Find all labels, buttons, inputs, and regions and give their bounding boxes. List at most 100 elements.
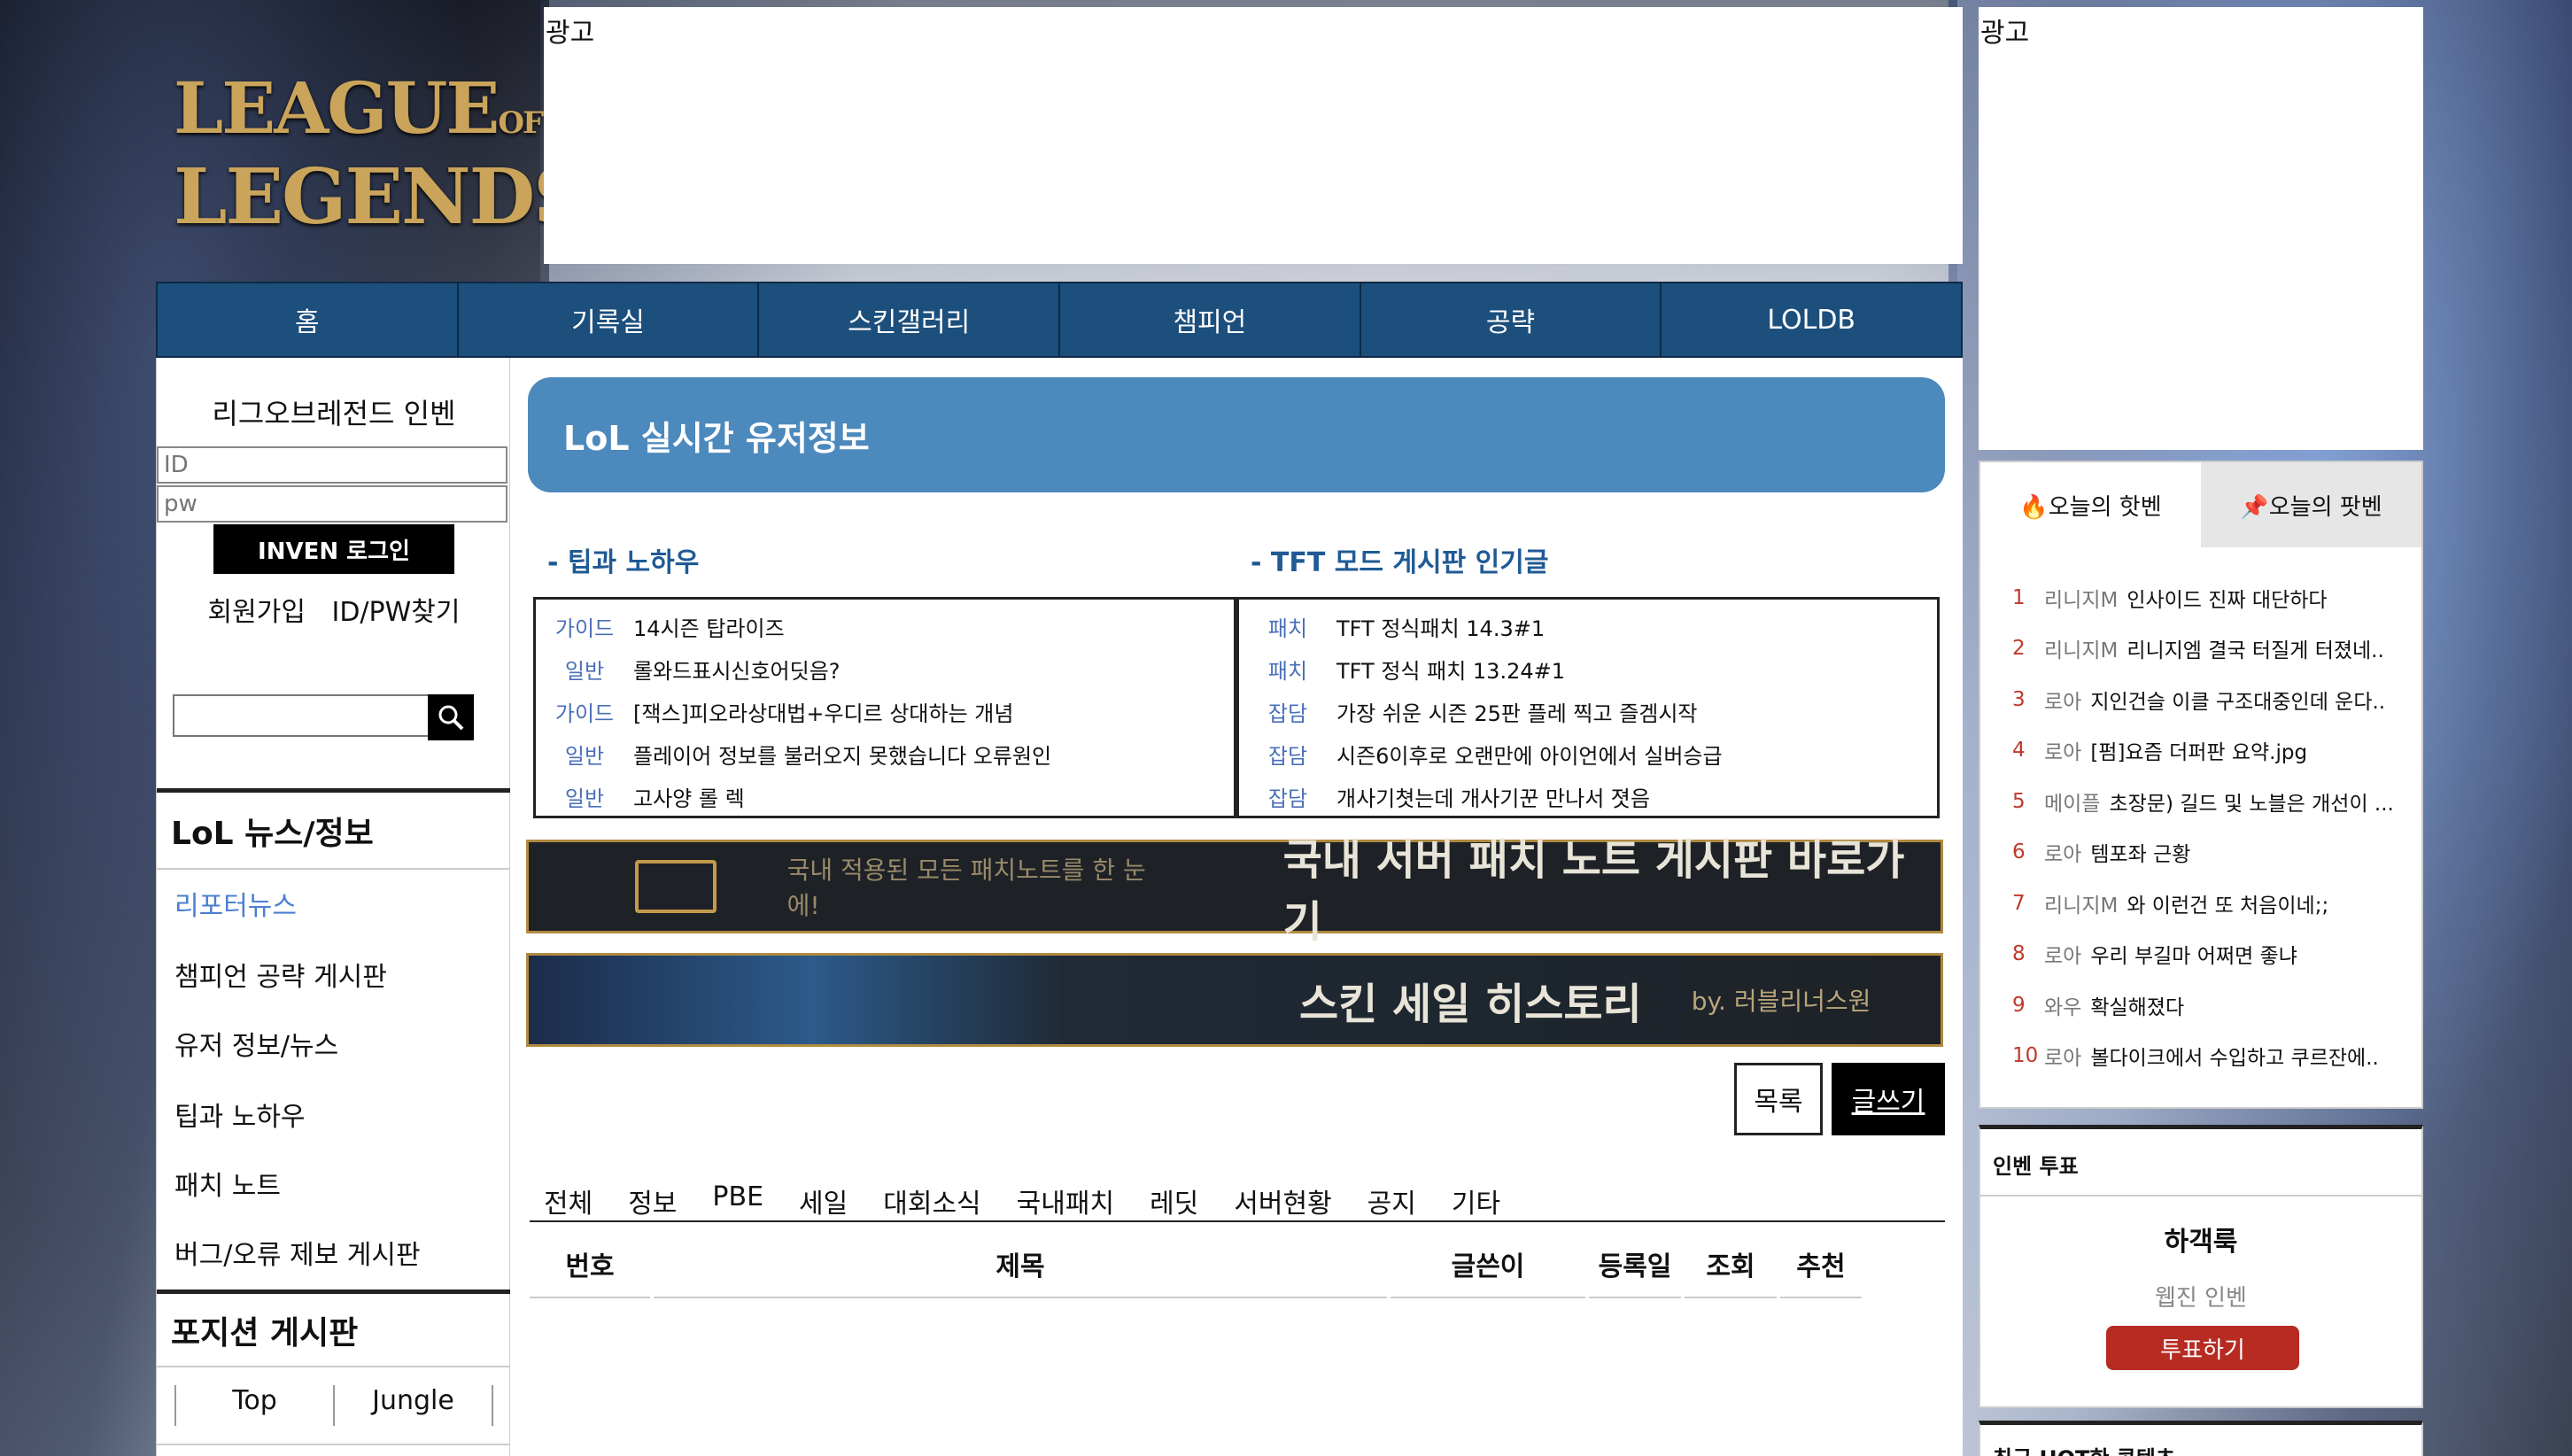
post-title: [펌]요즘 더퍼판 요약.jpg [2090, 741, 2308, 765]
sidebar-link-champion-guide[interactable]: 챔피언 공략 게시판 [174, 955, 387, 994]
sidebar-link-bug-report[interactable]: 버그/오류 제보 게시판 [174, 1233, 421, 1272]
tab-info[interactable]: 정보 [628, 1181, 677, 1220]
list-item[interactable]: 가이드 14시즌 탑라이즈 [536, 605, 1234, 647]
source: 로아 [2044, 843, 2082, 867]
sidebar-link-reporter-news[interactable]: 리포터뉴스 [174, 884, 297, 923]
recent-hot-content-panel: 최근 HOT한 콘텐츠 [1979, 1421, 2423, 1456]
sidebar-link-tips[interactable]: 팁과 노하우 [174, 1095, 306, 1134]
post-category: 패치 [1267, 616, 1308, 641]
post-title: 개사기쳣는데 개사기꾼 만나서 졋음 [1336, 786, 1651, 811]
left-sidebar: 리그오브레전드 인벤 INVEN 로그인 회원가입 ID/PW찾기 LoL 뉴스… [156, 358, 511, 1456]
tab-all[interactable]: 전체 [544, 1181, 593, 1220]
patch-notes-banner[interactable]: 국내 적용된 모든 패치노트를 한 눈에! 국내 서버 패치 노트 게시판 바로… [526, 835, 1943, 947]
column-views[interactable]: 조회 [1685, 1231, 1777, 1298]
search-icon [438, 705, 464, 731]
search-input[interactable] [173, 694, 430, 737]
post-title: 인사이드 진짜 대단하다 [2127, 588, 2328, 612]
vote-button[interactable]: 투표하기 [2106, 1326, 2299, 1370]
position-tab-jungle[interactable]: Jungle [335, 1385, 492, 1426]
tab-today-potven[interactable]: 📌오늘의 팟벤 [2201, 462, 2421, 547]
list-item[interactable]: 가이드 [잭스]피오라상대법+우디르 상대하는 개념 [536, 690, 1234, 732]
list-item[interactable]: 4 로아 [펌]요즘 더퍼판 요약.jpg [2012, 725, 2411, 777]
tab-notice[interactable]: 공지 [1367, 1181, 1416, 1220]
tab-today-hotven[interactable]: 🔥오늘의 핫벤 [1980, 462, 2201, 547]
list-item[interactable]: 2 리니지M 리니지엠 결국 터질게 터졌네.. [2012, 623, 2411, 675]
search-button[interactable] [428, 694, 474, 740]
column-recommend[interactable]: 추천 [1780, 1231, 1862, 1298]
nav-skin-gallery[interactable]: 스킨갤러리 [759, 283, 1061, 356]
ad-banner-top[interactable]: 광고 [544, 7, 1963, 264]
column-date[interactable]: 등록일 [1589, 1231, 1681, 1298]
post-title: 볼다이크에서 수입하고 쿠르잔에.. [2090, 1047, 2379, 1071]
tips-heading[interactable]: - 팁과 노하우 [547, 540, 699, 579]
league-of-legends-logo[interactable]: LEAGUEOF LEGENDS [174, 73, 588, 236]
tab-tournament[interactable]: 대회소식 [883, 1181, 980, 1220]
list-item[interactable]: 10 로아 볼다이크에서 수입하고 쿠르잔에.. [2012, 1031, 2411, 1082]
tab-reddit[interactable]: 레딧 [1150, 1181, 1198, 1220]
login-button[interactable]: INVEN 로그인 [213, 524, 454, 574]
list-item[interactable]: 패치 TFT 정식패치 14.3#1 [1239, 605, 1937, 647]
find-account-link[interactable]: ID/PW찾기 [331, 597, 460, 628]
sidebar-link-patch-notes[interactable]: 패치 노트 [174, 1164, 281, 1203]
id-input[interactable] [157, 446, 507, 484]
hot-posts-panel: 🔥오늘의 핫벤 📌오늘의 팟벤 1 리니지M 인사이드 진짜 대단하다 2 리니지M 리… [1979, 461, 2423, 1109]
post-category: 잡담 [1267, 701, 1308, 726]
skin-sale-banner[interactable]: 스킨 세일 히스토리 by. 러블리너스원 [526, 953, 1943, 1047]
list-item[interactable]: 일반 고사양 롤 렉 [536, 775, 1234, 817]
list-item[interactable]: 일반 플레이어 정보를 불러오지 못했습니다 오류원인 [536, 732, 1234, 775]
source: 메이플 [2044, 792, 2101, 816]
list-item[interactable]: 6 로아 템포좌 근황 [2012, 827, 2411, 879]
list-item[interactable]: 잡담 개사기쳣는데 개사기꾼 만나서 졋음 [1239, 775, 1937, 817]
list-item[interactable]: 8 로아 우리 부길마 어쩌면 좋냐 [2012, 929, 2411, 980]
vote-topic[interactable]: 하객룩 [1980, 1220, 2421, 1259]
rank: 8 [2012, 942, 2026, 966]
post-title: 롤와드표시신호어딧음? [633, 658, 841, 684]
nav-champions[interactable]: 챔피언 [1060, 283, 1361, 356]
write-button[interactable]: 글쓰기 [1832, 1063, 1945, 1135]
list-item[interactable]: 잡담 가장 쉬운 시즌 25판 플레 찍고 즐겜시작 [1239, 690, 1937, 732]
post-title: TFT 정식패치 14.3#1 [1336, 616, 1546, 641]
nav-loldb[interactable]: LOLDB [1662, 283, 1961, 356]
signup-link[interactable]: 회원가입 [208, 597, 306, 628]
list-item[interactable]: 7 리니지M 와 이런건 또 처음이네;; [2012, 878, 2411, 929]
ad-banner-right[interactable]: 광고 [1979, 7, 2423, 450]
post-category: 일반 [564, 743, 605, 769]
column-number[interactable]: 번호 [530, 1231, 650, 1298]
tab-sale[interactable]: 세일 [799, 1181, 848, 1220]
position-tab-top[interactable]: Top [176, 1385, 335, 1426]
tab-pbe[interactable]: PBE [712, 1181, 763, 1220]
post-title: 와 이런건 또 처음이네;; [2127, 894, 2329, 918]
list-item[interactable]: 3 로아 지인건슬 이클 구조대중인데 운다.. [2012, 674, 2411, 725]
divider [1980, 1195, 2421, 1197]
tab-server-status[interactable]: 서버현황 [1234, 1181, 1331, 1220]
source: 리니지M [2044, 588, 2119, 612]
rank: 7 [2012, 891, 2026, 915]
nav-home[interactable]: 홈 [158, 283, 459, 356]
pw-input[interactable] [157, 485, 507, 523]
hot-post-list: 1 리니지M 인사이드 진짜 대단하다 2 리니지M 리니지엠 결국 터질게 터졌네..… [2012, 572, 2411, 1081]
list-item[interactable]: 패치 TFT 정식 패치 13.24#1 [1239, 647, 1937, 690]
column-title[interactable]: 제목 [654, 1231, 1387, 1298]
ad-label: 광고 [546, 18, 595, 49]
tab-etc[interactable]: 기타 [1452, 1181, 1500, 1220]
post-category: 잡담 [1267, 743, 1308, 769]
tft-heading[interactable]: - TFT 모드 게시판 인기글 [1251, 540, 1548, 579]
patch-banner-title: 국내 서버 패치 노트 게시판 바로가기 [1282, 835, 1905, 947]
list-item[interactable]: 1 리니지M 인사이드 진짜 대단하다 [2012, 572, 2411, 623]
post-title: 템포좌 근황 [2090, 843, 2191, 867]
rank: 5 [2012, 789, 2026, 813]
list-item[interactable]: 9 와우 확실해졌다 [2012, 980, 2411, 1031]
nav-strategy[interactable]: 공략 [1361, 283, 1662, 356]
nav-records[interactable]: 기록실 [459, 283, 760, 356]
column-author[interactable]: 글쓴이 [1391, 1231, 1585, 1298]
list-item[interactable]: 5 메이플 초장문) 길드 및 노블은 개선이 ... [2012, 776, 2411, 827]
rank: 3 [2012, 687, 2026, 711]
vote-title: 인벤 투표 [1993, 1154, 2079, 1179]
tab-korea-patch[interactable]: 국내패치 [1017, 1181, 1114, 1220]
post-category: 일반 [564, 786, 605, 811]
list-item[interactable]: 일반 롤와드표시신호어딧음? [536, 647, 1234, 690]
source: 리니지M [2044, 894, 2119, 918]
sidebar-link-user-info[interactable]: 유저 정보/뉴스 [174, 1024, 338, 1063]
list-item[interactable]: 잡담 시즌6이후로 오랜만에 아이언에서 실버승급 [1239, 732, 1937, 775]
list-button[interactable]: 목록 [1734, 1063, 1823, 1135]
